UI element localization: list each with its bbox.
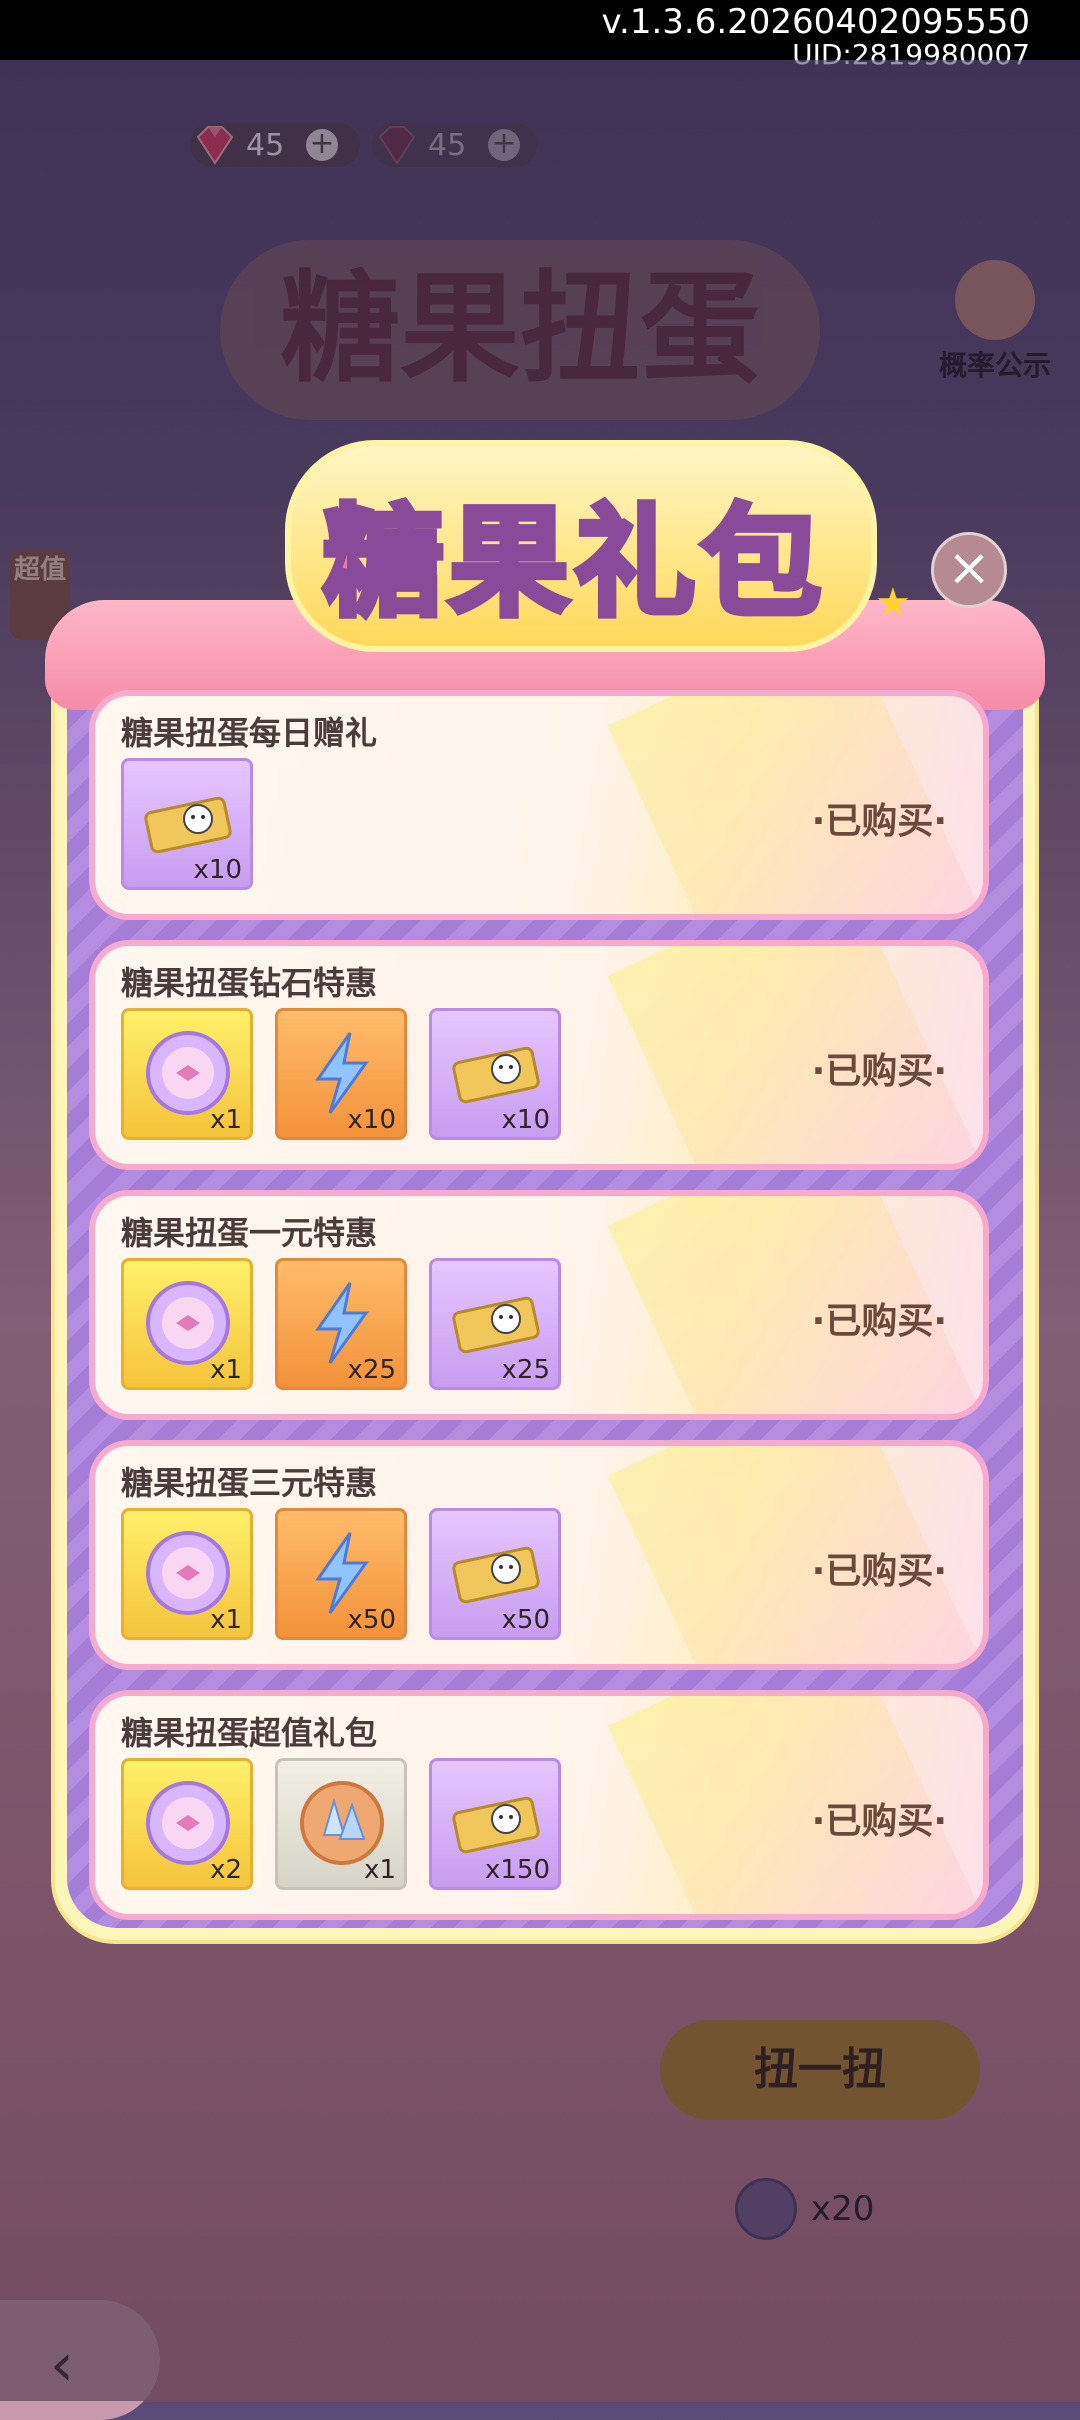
purchase-status: ·已购买·	[811, 1051, 947, 1092]
star-icon: ★	[875, 580, 911, 626]
item-slot[interactable]: x25	[429, 1258, 561, 1390]
pack-card: 糖果扭蛋每日赠礼 x10 ·已购买·	[89, 690, 989, 920]
item-slot[interactable]: x1	[275, 1758, 407, 1890]
pack-list[interactable]: 糖果扭蛋每日赠礼 x10 ·已购买· 糖果扭蛋钻石特惠 x1 x10 x10 ·…	[89, 690, 989, 1940]
close-button[interactable]: ×	[931, 532, 1007, 608]
item-qty: x2	[210, 1855, 242, 1885]
pack-items: x10	[121, 758, 253, 890]
item-slot[interactable]: x10	[121, 758, 253, 890]
item-slot[interactable]: x10	[429, 1008, 561, 1140]
item-slot[interactable]: x1	[121, 1008, 253, 1140]
pack-items: x2 x1 x150	[121, 1758, 561, 1890]
item-slot[interactable]: x50	[429, 1508, 561, 1640]
pack-card: 糖果扭蛋钻石特惠 x1 x10 x10 ·已购买·	[89, 940, 989, 1170]
item-slot[interactable]: x1	[121, 1258, 253, 1390]
pack-title: 糖果扭蛋三元特惠	[121, 1464, 378, 1502]
item-qty: x50	[347, 1605, 396, 1635]
candy-gift-dialog: 糖果礼包 ★ × 糖果扭蛋每日赠礼 x10 ·已购买· 糖果扭蛋钻石特惠 x1	[45, 440, 1045, 1940]
pack-card: 糖果扭蛋三元特惠 x1 x50 x50 ·已购买·	[89, 1440, 989, 1670]
pack-title: 糖果扭蛋一元特惠	[121, 1214, 378, 1252]
item-qty: x10	[347, 1105, 396, 1135]
item-qty: x1	[210, 1355, 242, 1385]
pack-items: x1 x25 x25	[121, 1258, 561, 1390]
item-qty: x25	[347, 1355, 396, 1385]
item-qty: x1	[210, 1105, 242, 1135]
item-qty: x10	[501, 1105, 550, 1135]
close-icon: ×	[947, 538, 991, 598]
item-slot[interactable]: x10	[275, 1008, 407, 1140]
pack-items: x1 x50 x50	[121, 1508, 561, 1640]
item-slot[interactable]: x150	[429, 1758, 561, 1890]
item-slot[interactable]: x2	[121, 1758, 253, 1890]
pack-title: 糖果扭蛋钻石特惠	[121, 964, 378, 1002]
version-text: v.1.3.6.20260402095550	[601, 2, 1030, 42]
purchase-status: ·已购买·	[811, 1551, 947, 1592]
dialog-title: 糖果礼包	[320, 491, 827, 636]
item-slot[interactable]: x50	[275, 1508, 407, 1640]
item-qty: x10	[193, 855, 242, 885]
purchase-status: ·已购买·	[811, 1801, 947, 1842]
system-status-bar: v.1.3.6.20260402095550 UID:2819980007	[0, 0, 1080, 70]
dialog-header: 糖果礼包	[225, 400, 925, 670]
item-qty: x150	[484, 1855, 550, 1885]
item-qty: x1	[364, 1855, 396, 1885]
pack-title: 糖果扭蛋每日赠礼	[121, 714, 378, 752]
purchase-status: ·已购买·	[811, 801, 947, 842]
item-slot[interactable]: x25	[275, 1258, 407, 1390]
pack-title: 糖果扭蛋超值礼包	[121, 1714, 378, 1752]
item-slot[interactable]: x1	[121, 1508, 253, 1640]
pack-items: x1 x10 x10	[121, 1008, 561, 1140]
item-qty: x1	[210, 1605, 242, 1635]
item-qty: x50	[501, 1605, 550, 1635]
item-qty: x25	[501, 1355, 550, 1385]
pack-card: 糖果扭蛋超值礼包 x2 x1 x150 ·已购买·	[89, 1690, 989, 1920]
purchase-status: ·已购买·	[811, 1301, 947, 1342]
pack-card: 糖果扭蛋一元特惠 x1 x25 x25 ·已购买·	[89, 1190, 989, 1420]
